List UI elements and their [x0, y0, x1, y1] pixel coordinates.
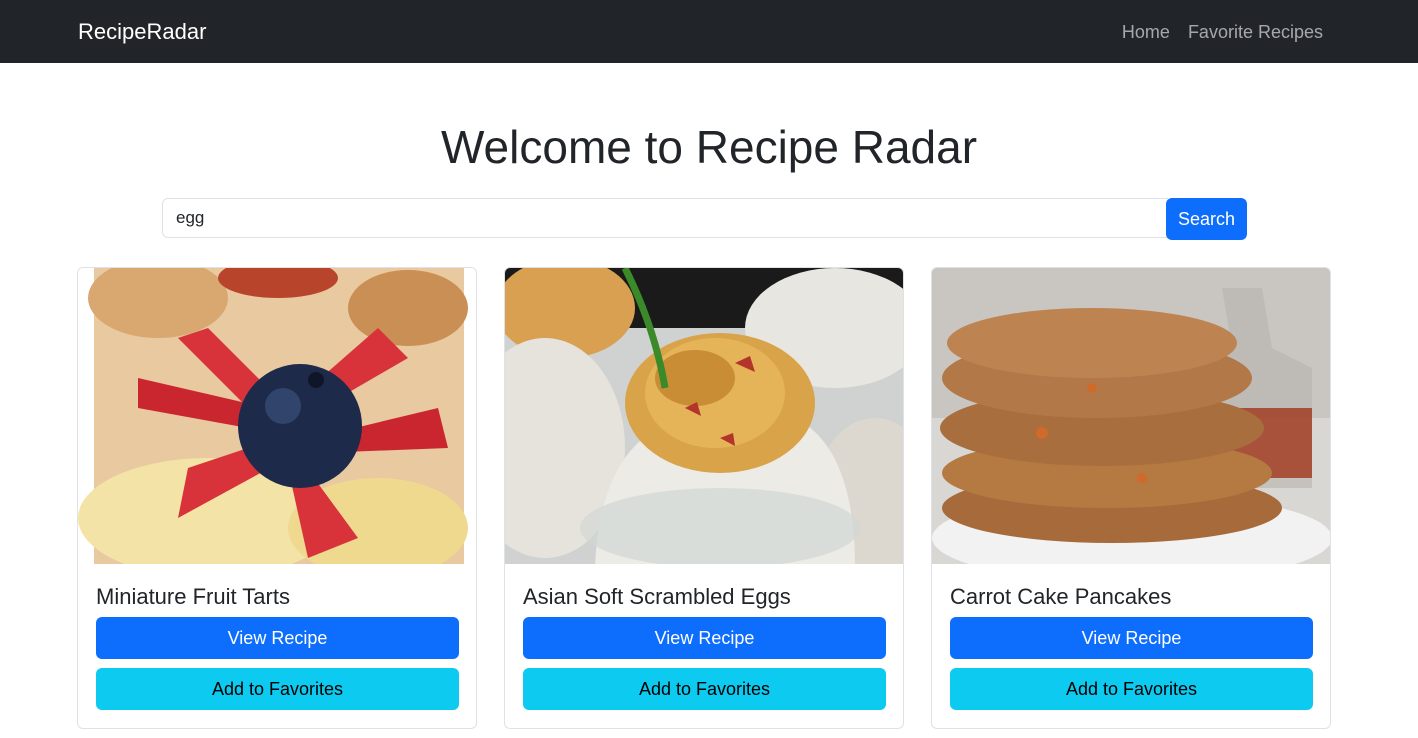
- recipe-image-fruit-tarts: [78, 268, 476, 564]
- add-to-favorites-button[interactable]: Add to Favorites: [950, 668, 1313, 710]
- search-bar: Search: [162, 198, 1247, 240]
- recipe-card: Carrot Cake Pancakes View Recipe Add to …: [931, 267, 1331, 729]
- recipe-card: Miniature Fruit Tarts View Recipe Add to…: [77, 267, 477, 729]
- recipe-image-scrambled-eggs: [505, 268, 903, 564]
- nav-links: Home Favorite Recipes: [1122, 20, 1323, 44]
- view-recipe-button[interactable]: View Recipe: [523, 617, 886, 659]
- view-recipe-button[interactable]: View Recipe: [96, 617, 459, 659]
- view-recipe-button[interactable]: View Recipe: [950, 617, 1313, 659]
- recipe-image-carrot-cake-pancakes: [932, 268, 1330, 564]
- recipe-title: Miniature Fruit Tarts: [96, 584, 290, 609]
- navbar: RecipeRadar Home Favorite Recipes: [0, 0, 1418, 63]
- nav-link-home[interactable]: Home: [1122, 20, 1170, 44]
- recipe-title: Carrot Cake Pancakes: [950, 584, 1172, 609]
- page-title: Welcome to Recipe Radar: [440, 121, 978, 173]
- add-to-favorites-button[interactable]: Add to Favorites: [96, 668, 459, 710]
- search-input[interactable]: [162, 198, 1168, 238]
- recipe-title: Asian Soft Scrambled Eggs: [523, 584, 791, 609]
- brand-logo[interactable]: RecipeRadar: [78, 18, 206, 46]
- add-to-favorites-button[interactable]: Add to Favorites: [523, 668, 886, 710]
- search-button[interactable]: Search: [1166, 198, 1247, 240]
- nav-link-favorite-recipes[interactable]: Favorite Recipes: [1188, 20, 1323, 44]
- recipe-card: Asian Soft Scrambled Eggs View Recipe Ad…: [504, 267, 904, 729]
